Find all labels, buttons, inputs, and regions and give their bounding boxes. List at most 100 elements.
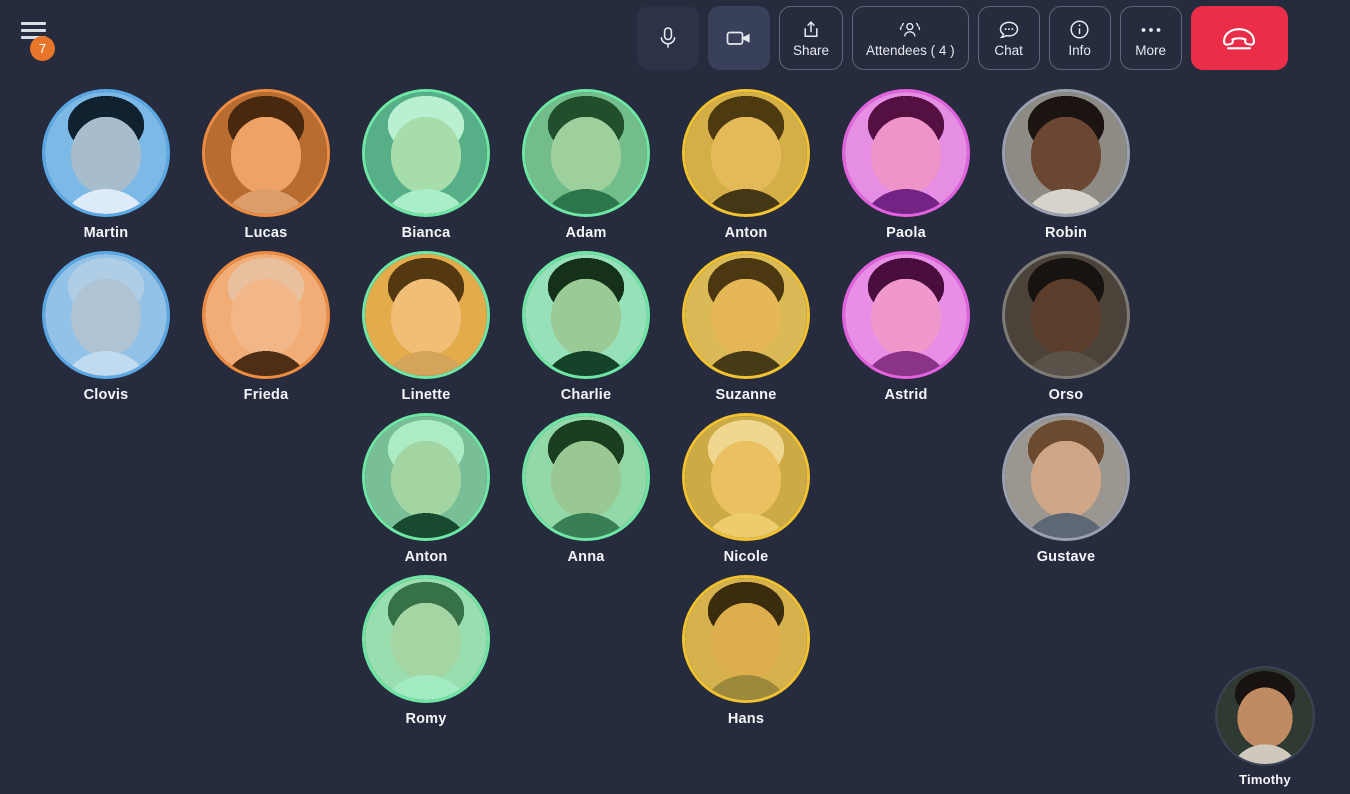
participant-avatar[interactable]	[842, 89, 970, 217]
info-button-label: Info	[1068, 42, 1091, 58]
avatar	[205, 92, 327, 214]
menu-bar-2	[21, 29, 46, 32]
info-button[interactable]: Info	[1048, 6, 1111, 70]
participant-tile[interactable]: Lucas	[186, 89, 346, 251]
participant-name-label: Bianca	[401, 225, 451, 241]
participant-avatar[interactable]	[202, 251, 330, 379]
avatar	[685, 416, 807, 538]
participant-avatar[interactable]	[202, 89, 330, 217]
participant-tile[interactable]: Clovis	[26, 251, 186, 413]
avatar	[1005, 254, 1127, 376]
participant-avatar[interactable]	[522, 251, 650, 379]
share-button-label: Share	[793, 42, 830, 58]
hang-up-button[interactable]	[1190, 6, 1288, 70]
hang-up-phone-icon	[1217, 26, 1261, 50]
call-controls-toolbar: Share Attendees ( 4 ) Chat Info More	[637, 6, 1288, 70]
mic-button[interactable]	[637, 6, 699, 70]
participant-name-label: Nicole	[723, 549, 769, 565]
avatar	[845, 92, 967, 214]
avatar	[45, 254, 167, 376]
microphone-icon	[658, 26, 678, 50]
participant-tile[interactable]: Charlie	[506, 251, 666, 413]
participant-tile[interactable]: Linette	[346, 251, 506, 413]
participant-avatar[interactable]	[42, 89, 170, 217]
participant-tile[interactable]: Martin	[26, 89, 186, 251]
participant-name-label: Martin	[83, 225, 129, 241]
participant-name-label: Robin	[1044, 225, 1088, 241]
avatar	[365, 254, 487, 376]
participant-tile[interactable]: Orso	[986, 251, 1146, 413]
info-circle-icon	[1069, 18, 1090, 42]
participant-tile[interactable]: Frieda	[186, 251, 346, 413]
participant-grid: Martin Lucas Bianca Adam Anton Paola Rob…	[26, 89, 1190, 794]
participant-avatar[interactable]	[362, 89, 490, 217]
participant-name-label: Astrid	[884, 387, 928, 403]
participant-avatar[interactable]	[1002, 413, 1130, 541]
participant-avatar[interactable]	[842, 251, 970, 379]
chat-button-label: Chat	[994, 42, 1023, 58]
self-view-tile[interactable]: Timothy	[1210, 666, 1320, 787]
chat-button[interactable]: Chat	[977, 6, 1040, 70]
participant-tile[interactable]: Romy	[346, 575, 506, 737]
participant-name-label: Adam	[565, 225, 607, 241]
participant-tile[interactable]: Hans	[666, 575, 826, 737]
participant-tile[interactable]: Bianca	[346, 89, 506, 251]
participant-name-label: Anna	[567, 549, 605, 565]
participant-tile[interactable]: Astrid	[826, 251, 986, 413]
video-camera-button[interactable]	[708, 6, 770, 70]
participant-avatar[interactable]	[682, 89, 810, 217]
participant-name-label: Frieda	[243, 387, 289, 403]
avatar	[45, 92, 167, 214]
participant-name-label: Orso	[1048, 387, 1084, 403]
participant-tile[interactable]: Adam	[506, 89, 666, 251]
participant-name-label: Hans	[727, 711, 765, 727]
participant-tile[interactable]: Paola	[826, 89, 986, 251]
participant-name-label: Anton	[404, 549, 448, 565]
participant-name-label: Paola	[886, 225, 926, 241]
more-button[interactable]: More	[1119, 6, 1182, 70]
more-button-label: More	[1135, 42, 1166, 58]
participant-avatar[interactable]	[362, 251, 490, 379]
participant-avatar[interactable]	[682, 575, 810, 703]
participant-avatar[interactable]	[42, 251, 170, 379]
attendees-button-label: Attendees ( 4 )	[866, 42, 955, 58]
participant-tile[interactable]: Nicole	[666, 413, 826, 575]
video-camera-icon	[726, 26, 752, 50]
participant-avatar[interactable]	[362, 575, 490, 703]
participant-name-label: Charlie	[560, 387, 612, 403]
people-group-icon	[897, 18, 923, 42]
participant-avatar[interactable]	[682, 413, 810, 541]
avatar	[685, 92, 807, 214]
self-view-avatar[interactable]	[1215, 666, 1315, 766]
participant-tile[interactable]: Suzanne	[666, 251, 826, 413]
participant-name-label: Anton	[724, 225, 768, 241]
participant-tile[interactable]: Anton	[666, 89, 826, 251]
avatar	[1005, 416, 1127, 538]
participant-avatar[interactable]	[522, 89, 650, 217]
avatar	[525, 92, 647, 214]
participant-avatar[interactable]	[522, 413, 650, 541]
avatar	[365, 578, 487, 700]
notification-badge[interactable]: 7	[30, 36, 55, 61]
participant-avatar[interactable]	[362, 413, 490, 541]
participant-tile[interactable]: Anna	[506, 413, 666, 575]
avatar	[685, 254, 807, 376]
avatar	[205, 254, 327, 376]
participant-tile[interactable]: Anton	[346, 413, 506, 575]
participant-name-label: Romy	[405, 711, 447, 727]
participant-avatar[interactable]	[1002, 89, 1130, 217]
participant-tile[interactable]: Gustave	[986, 413, 1146, 575]
participant-name-label: Gustave	[1036, 549, 1096, 565]
participant-name-label: Clovis	[83, 387, 129, 403]
avatar	[365, 92, 487, 214]
share-button[interactable]: Share	[779, 6, 844, 70]
avatar	[525, 254, 647, 376]
participant-avatar[interactable]	[1002, 251, 1130, 379]
attendees-button[interactable]: Attendees ( 4 )	[852, 6, 969, 70]
participant-avatar[interactable]	[682, 251, 810, 379]
avatar	[365, 416, 487, 538]
avatar	[685, 578, 807, 700]
participant-tile[interactable]: Robin	[986, 89, 1146, 251]
avatar	[1005, 92, 1127, 214]
ellipsis-icon	[1139, 18, 1163, 42]
